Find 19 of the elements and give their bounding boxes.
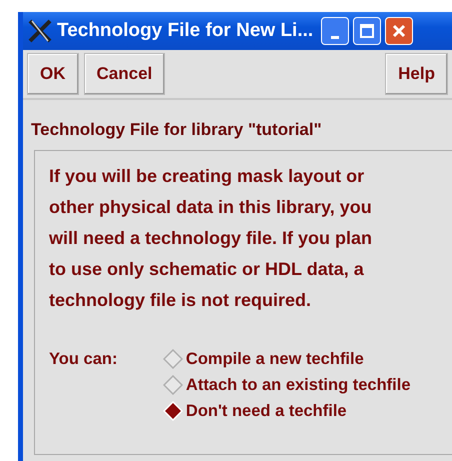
- dialog-button[interactable]: OK: [27, 53, 78, 95]
- options-label: You can:: [49, 350, 118, 368]
- help-button[interactable]: Help: [385, 53, 448, 95]
- radio-diamond-icon[interactable]: [162, 349, 183, 369]
- minimize-button[interactable]: [321, 17, 350, 45]
- window-title: Technology File for New Li...: [57, 20, 314, 42]
- description-text: If you will be creating mask layout or other physical data in this library, you will need a technology file. If you plan to use only schematic or HDL data, a technology file is not required.: [49, 165, 374, 312]
- close-button[interactable]: [385, 17, 414, 45]
- minimize-icon: [331, 36, 340, 38]
- radio-label[interactable]: Attach to an existing techfile: [186, 376, 411, 394]
- radio-diamond-icon[interactable]: [162, 375, 183, 395]
- radio-label[interactable]: Don't need a techfile: [186, 402, 347, 420]
- x-logo-icon: [27, 18, 53, 44]
- close-icon: [391, 23, 408, 39]
- radio-label[interactable]: Compile a new techfile: [186, 350, 364, 368]
- maximize-icon: [359, 23, 376, 39]
- section-label: Technology File for library "tutorial": [31, 120, 323, 140]
- dialog-button[interactable]: Cancel: [84, 53, 166, 95]
- maximize-button[interactable]: [353, 17, 382, 45]
